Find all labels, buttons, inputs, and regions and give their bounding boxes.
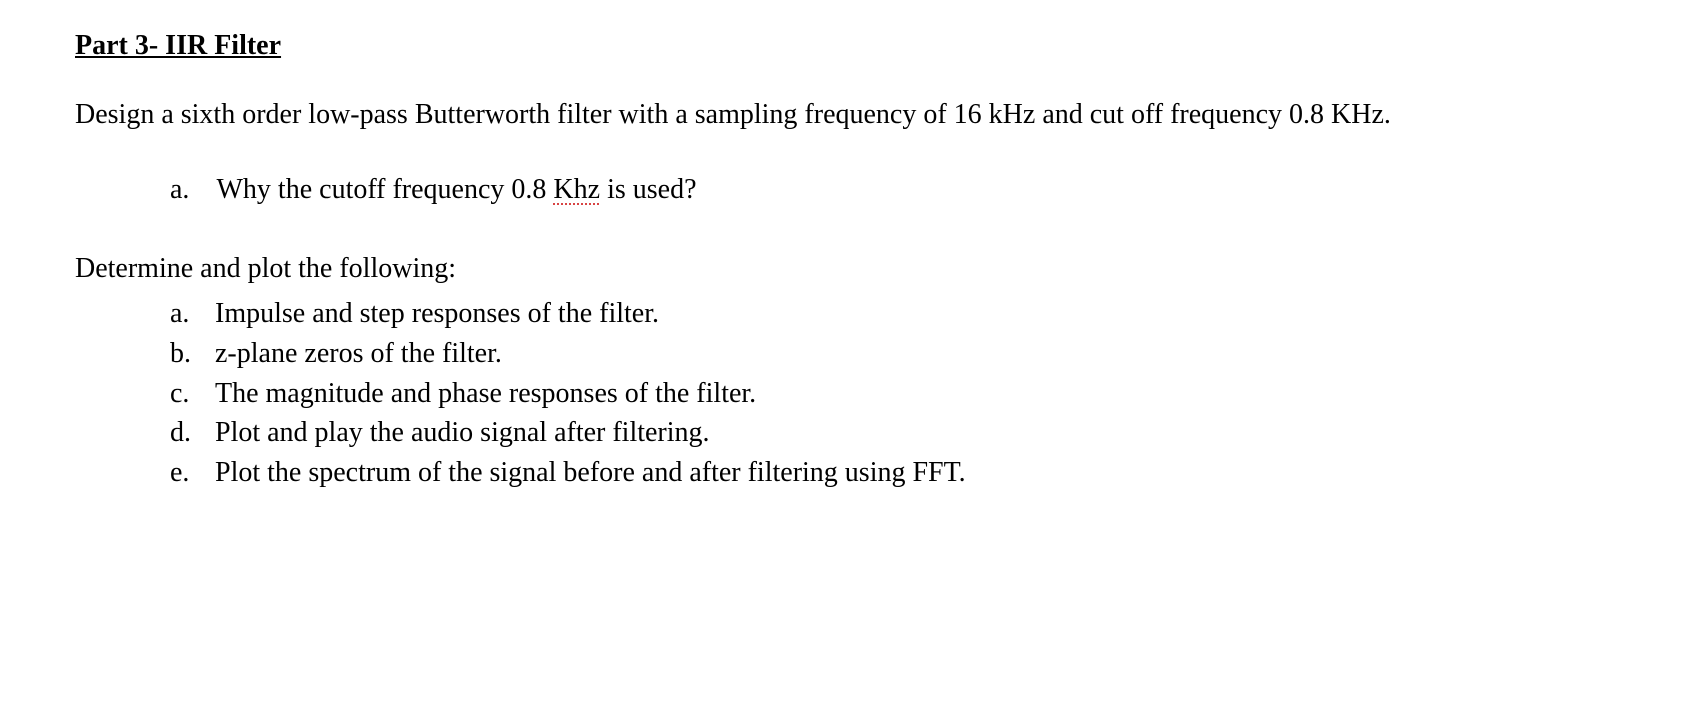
list-marker: e. xyxy=(170,453,189,493)
list-text: Impulse and step responses of the filter… xyxy=(215,298,659,329)
list-item: a. Impulse and step responses of the fil… xyxy=(170,294,1611,334)
list-text: z-plane zeros of the filter. xyxy=(215,338,502,369)
list-marker: b. xyxy=(170,334,191,374)
list-item: d. Plot and play the audio signal after … xyxy=(170,413,1611,453)
task-list: a. Impulse and step responses of the fil… xyxy=(75,294,1611,493)
list-marker: c. xyxy=(170,374,189,414)
spellcheck-word: Khz xyxy=(553,174,600,205)
list-marker: d. xyxy=(170,413,191,453)
question-text-after: is used? xyxy=(600,174,696,205)
section-title: Part 3- IIR Filter xyxy=(75,30,1611,62)
list-item: e. Plot the spectrum of the signal befor… xyxy=(170,453,1611,493)
list-subheading: Determine and plot the following: xyxy=(75,249,1611,288)
question-item: a. Why the cutoff frequency 0.8 Khz is u… xyxy=(75,170,1611,209)
question-marker: a. xyxy=(170,170,210,209)
question-text-before: Why the cutoff frequency 0.8 xyxy=(217,174,554,205)
list-text: The magnitude and phase responses of the… xyxy=(215,378,756,409)
intro-paragraph: Design a sixth order low-pass Butterwort… xyxy=(75,96,1611,134)
list-text: Plot the spectrum of the signal before a… xyxy=(215,457,966,488)
list-text: Plot and play the audio signal after fil… xyxy=(215,417,710,448)
list-item: c. The magnitude and phase responses of … xyxy=(170,374,1611,414)
list-item: b. z-plane zeros of the filter. xyxy=(170,334,1611,374)
list-marker: a. xyxy=(170,294,189,334)
